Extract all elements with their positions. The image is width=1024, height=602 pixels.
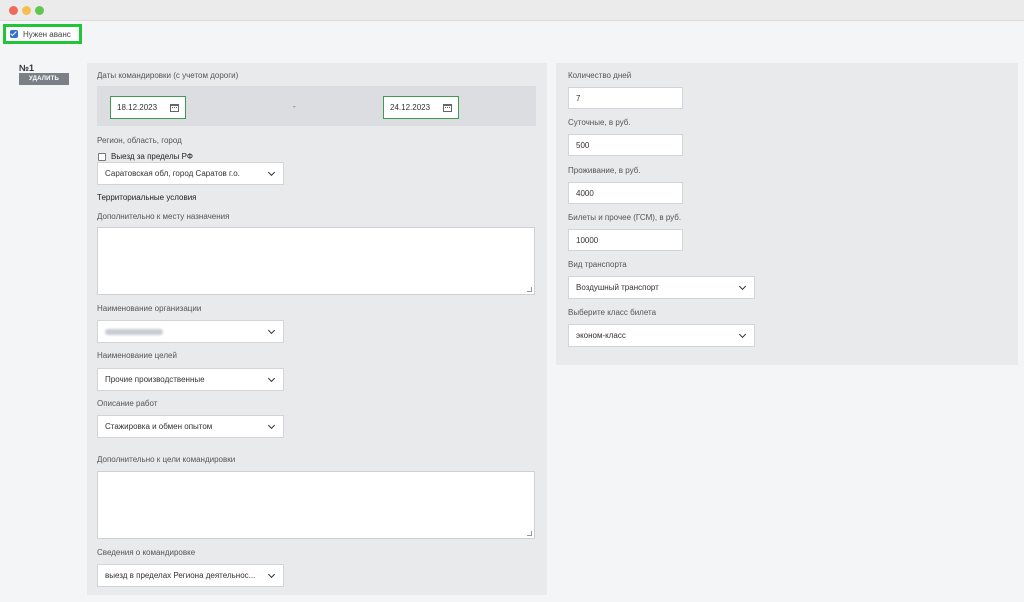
date-separator: - [293,102,296,111]
chevron-down-icon [738,330,747,339]
region-label: Регион, область, город [97,136,182,145]
trip-info-select[interactable]: выезд в пределах Региона деятельнос... [97,564,284,587]
goals-select-value: Прочие производственные [105,375,205,384]
advance-checkbox[interactable] [10,30,18,38]
accommodation-input[interactable]: 4000 [568,182,683,204]
ticket-class-label: Выберите класс билета [568,308,657,317]
resize-handle-icon[interactable] [527,287,532,292]
destination-extra-textarea[interactable] [97,227,535,295]
calendar-icon[interactable] [170,104,179,112]
transport-type-label: Вид транспорта [568,260,627,269]
daily-allowance-input[interactable]: 500 [568,134,683,156]
work-description-select[interactable]: Стажировка и обмен опытом [97,415,284,438]
destination-extra-label: Дополнительно к месту назначения [97,212,230,221]
tickets-label: Билеты и прочее (ГСМ), в руб. [568,213,682,222]
resize-handle-icon[interactable] [527,531,532,536]
tickets-input[interactable]: 10000 [568,229,683,251]
organization-select[interactable] [97,320,284,343]
work-description-label: Описание работ [97,399,158,408]
organization-label: Наименование организации [97,304,202,313]
trip-info-label: Сведения о командировке [97,548,196,557]
daily-allowance-label: Суточные, в руб. [568,118,631,127]
trip-number: №1 [19,63,35,73]
organization-select-value-redacted [105,328,163,335]
calendar-icon[interactable] [443,104,452,112]
close-window-button[interactable] [9,6,18,15]
abroad-checkbox-label: Выезд за пределы РФ [111,152,193,161]
region-select[interactable]: Саратовская обл, город Саратов г.о. [97,162,284,185]
work-description-select-value: Стажировка и обмен опытом [105,422,213,431]
trip-dates-label: Даты командировки (с учетом дороги) [97,71,239,80]
days-count-label: Количество дней [568,71,632,80]
chevron-down-icon [738,282,747,291]
trip-info-select-value: выезд в пределах Региона деятельнос... [105,571,256,580]
start-date-input[interactable]: 18.12.2023 [110,96,186,119]
ticket-class-select-value: эконом-класс [576,331,626,340]
goals-select[interactable]: Прочие производственные [97,368,284,391]
days-count-input[interactable]: 7 [568,87,683,109]
minimize-window-button[interactable] [22,6,31,15]
purpose-extra-textarea[interactable] [97,471,535,539]
ticket-class-select[interactable]: эконом-класс [568,324,755,347]
trip-dates-row: 18.12.2023 - 24.12.2023 [97,86,536,126]
advance-checkbox-highlight[interactable]: Нужен аванс [3,24,82,44]
accommodation-label: Проживание, в руб. [568,166,641,175]
maximize-window-button[interactable] [35,6,44,15]
chevron-down-icon [267,421,276,430]
delete-trip-button[interactable]: УДАЛИТЬ [19,73,69,85]
end-date-input[interactable]: 24.12.2023 [383,96,459,119]
trip-details-panel: Даты командировки (с учетом дороги) 18.1… [87,63,547,595]
transport-type-select-value: Воздушный транспорт [576,283,659,292]
territorial-heading: Территориальные условия [97,193,197,202]
region-select-value: Саратовская обл, город Саратов г.о. [105,169,240,178]
chevron-down-icon [267,374,276,383]
advance-checkbox-label: Нужен аванс [23,29,71,39]
chevron-down-icon [267,326,276,335]
goals-label: Наименование целей [97,351,177,360]
trip-costs-panel: Количество дней 7 Суточные, в руб. 500 П… [556,63,1018,365]
chevron-down-icon [267,570,276,579]
chevron-down-icon [267,168,276,177]
end-date-value: 24.12.2023 [390,103,431,112]
abroad-checkbox[interactable] [98,153,106,161]
window-titlebar [0,0,1024,21]
purpose-extra-label: Дополнительно к цели командировки [97,455,236,464]
start-date-value: 18.12.2023 [117,103,158,112]
transport-type-select[interactable]: Воздушный транспорт [568,276,755,299]
